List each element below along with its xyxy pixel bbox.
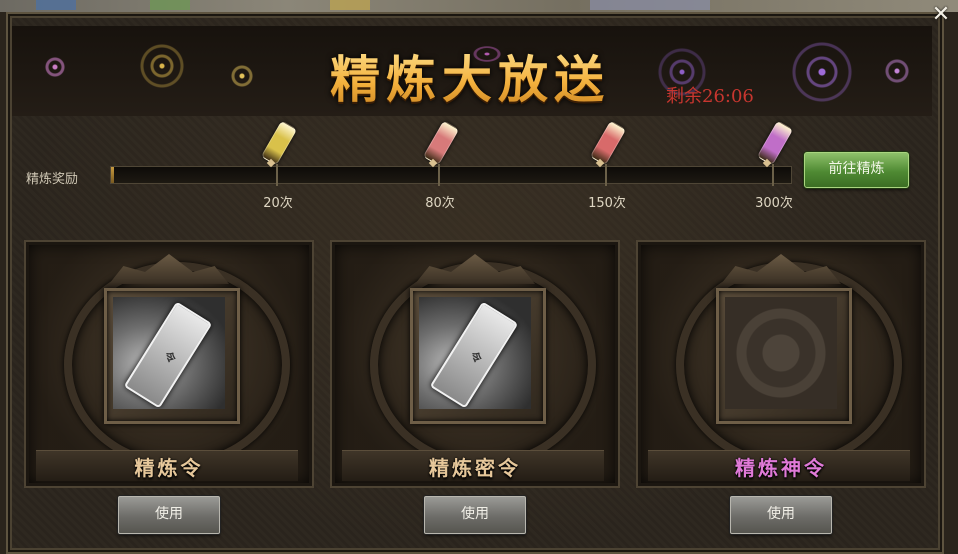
countdown-timer: 剩余26:06: [666, 86, 754, 107]
use-button[interactable]: 使用: [424, 496, 526, 534]
red-rod-icon[interactable]: [589, 120, 627, 166]
firework-decoration: [32, 44, 78, 90]
background-chip: [36, 0, 76, 10]
close-icon[interactable]: ✕: [928, 2, 954, 28]
progress-fill: [111, 167, 114, 183]
progress-label: 精炼奖励: [26, 172, 79, 187]
token-tag-icon: 令: [123, 301, 213, 409]
milestone-count: 20次: [263, 196, 293, 211]
milestone-count: 80次: [425, 196, 455, 211]
card-name: 精炼神令: [735, 456, 827, 480]
milestone-20[interactable]: 20次: [248, 120, 308, 218]
empty-slot-icon[interactable]: [725, 297, 837, 409]
token-icon[interactable]: 令: [113, 297, 225, 409]
event-title: 精炼大放送: [300, 40, 640, 112]
milestone-tick: [605, 164, 607, 186]
card-crown-decoration: [415, 254, 535, 284]
card-refine-secret-token: 令 精炼密令: [330, 240, 620, 488]
milestone-80[interactable]: 80次: [410, 120, 470, 218]
firework-decoration: [222, 56, 262, 96]
background-top-strip: [0, 0, 958, 12]
background-chip: [330, 0, 370, 10]
goto-refine-button[interactable]: 前往精炼: [804, 152, 909, 188]
background-chip: [150, 0, 190, 10]
card-name: 精炼令: [134, 456, 204, 480]
token-icon[interactable]: 令: [419, 297, 531, 409]
background-chip: [590, 0, 710, 10]
item-frame: 令: [410, 288, 546, 424]
item-frame: [716, 288, 852, 424]
milestone-150[interactable]: 150次: [577, 120, 637, 218]
milestone-tick: [772, 164, 774, 186]
use-button[interactable]: 使用: [118, 496, 220, 534]
token-tag-icon: 令: [429, 301, 519, 409]
milestone-count: 150次: [588, 196, 626, 211]
firework-decoration: [782, 32, 862, 112]
milestone-tick: [438, 164, 440, 186]
card-crown-decoration: [109, 254, 229, 284]
firework-decoration: [132, 36, 192, 96]
use-button[interactable]: 使用: [730, 496, 832, 534]
card-crown-decoration: [721, 254, 841, 284]
milestone-tick: [276, 164, 278, 186]
purple-rod-icon[interactable]: [756, 120, 794, 166]
card-name: 精炼密令: [429, 456, 521, 480]
milestone-count: 300次: [755, 196, 793, 211]
item-frame: 令: [104, 288, 240, 424]
golden-rod-icon[interactable]: [260, 120, 298, 166]
card-refine-token: 令 精炼令: [24, 240, 314, 488]
card-refine-god-token: 精炼神令: [636, 240, 926, 488]
firework-decoration: [872, 46, 922, 96]
red-rod-icon[interactable]: [422, 120, 460, 166]
milestone-300[interactable]: 300次: [744, 120, 804, 218]
